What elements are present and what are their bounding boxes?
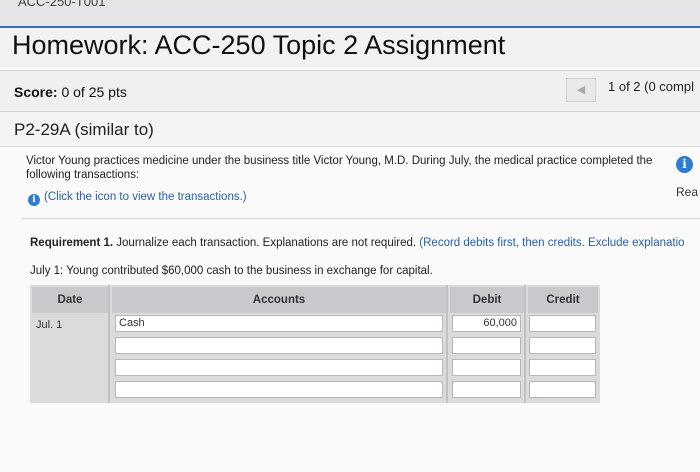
column-divider [108, 285, 110, 403]
score-value: 0 of 25 pts [61, 84, 127, 100]
column-divider [446, 285, 448, 403]
requirement-label: Requirement 1. [30, 237, 114, 249]
requirement-text: Journalize each transaction. Explanation… [113, 237, 417, 249]
credit-field[interactable] [529, 315, 596, 332]
account-field[interactable] [115, 337, 443, 354]
transaction-text: July 1: Young contributed $60,000 cash t… [30, 265, 433, 277]
credit-field[interactable] [529, 381, 596, 398]
header-date: Date [32, 287, 108, 313]
left-arrow-icon: ◀ [576, 84, 586, 96]
score: Score: 0 of 25 pts [14, 84, 127, 100]
question-progress: 1 of 2 (0 compl [608, 79, 694, 94]
journal-table: Date Accounts Debit Credit Jul. 1 Cash 6… [30, 285, 600, 403]
top-strip: ACC-250-T001 [0, 0, 700, 28]
score-label: Score: [14, 84, 58, 100]
requirement-hint: (Record debits first, then credits. Excl… [416, 237, 685, 249]
transactions-link[interactable]: i (Click the icon to view the transaction… [28, 191, 247, 206]
credit-field[interactable] [529, 359, 596, 376]
header-accounts: Accounts [112, 287, 446, 313]
account-field[interactable] [115, 359, 443, 376]
page-title: Homework: ACC-250 Topic 2 Assignment [12, 30, 506, 60]
previous-question-button[interactable]: ◀ [566, 78, 596, 102]
course-crumb: ACC-250-T001 [18, 0, 106, 9]
header-credit: Credit [528, 287, 598, 313]
account-field[interactable] [115, 381, 443, 398]
row-date: Jul. 1 [36, 319, 63, 331]
requirement-1: Requirement 1. Journalize each transacti… [30, 237, 685, 249]
side-read-link[interactable]: Rea [676, 185, 698, 199]
problem-description: Victor Young practices medicine under th… [26, 155, 653, 181]
info-icon[interactable]: i [676, 156, 693, 173]
debit-field[interactable] [452, 381, 521, 398]
header-debit: Debit [450, 287, 524, 313]
account-field[interactable]: Cash [115, 315, 443, 332]
info-icon[interactable]: i [28, 194, 40, 206]
divider [22, 218, 700, 219]
debit-field[interactable] [452, 337, 521, 354]
screen: ACC-250-T001 Homework: ACC-250 Topic 2 A… [0, 0, 700, 472]
debit-field[interactable]: 60,000 [452, 315, 521, 332]
credit-field[interactable] [529, 337, 596, 354]
debit-field[interactable] [452, 359, 521, 376]
problem-title: P2-29A (similar to) [14, 120, 154, 139]
column-divider [524, 285, 526, 403]
transactions-link-text[interactable]: (Click the icon to view the transactions… [44, 191, 247, 203]
